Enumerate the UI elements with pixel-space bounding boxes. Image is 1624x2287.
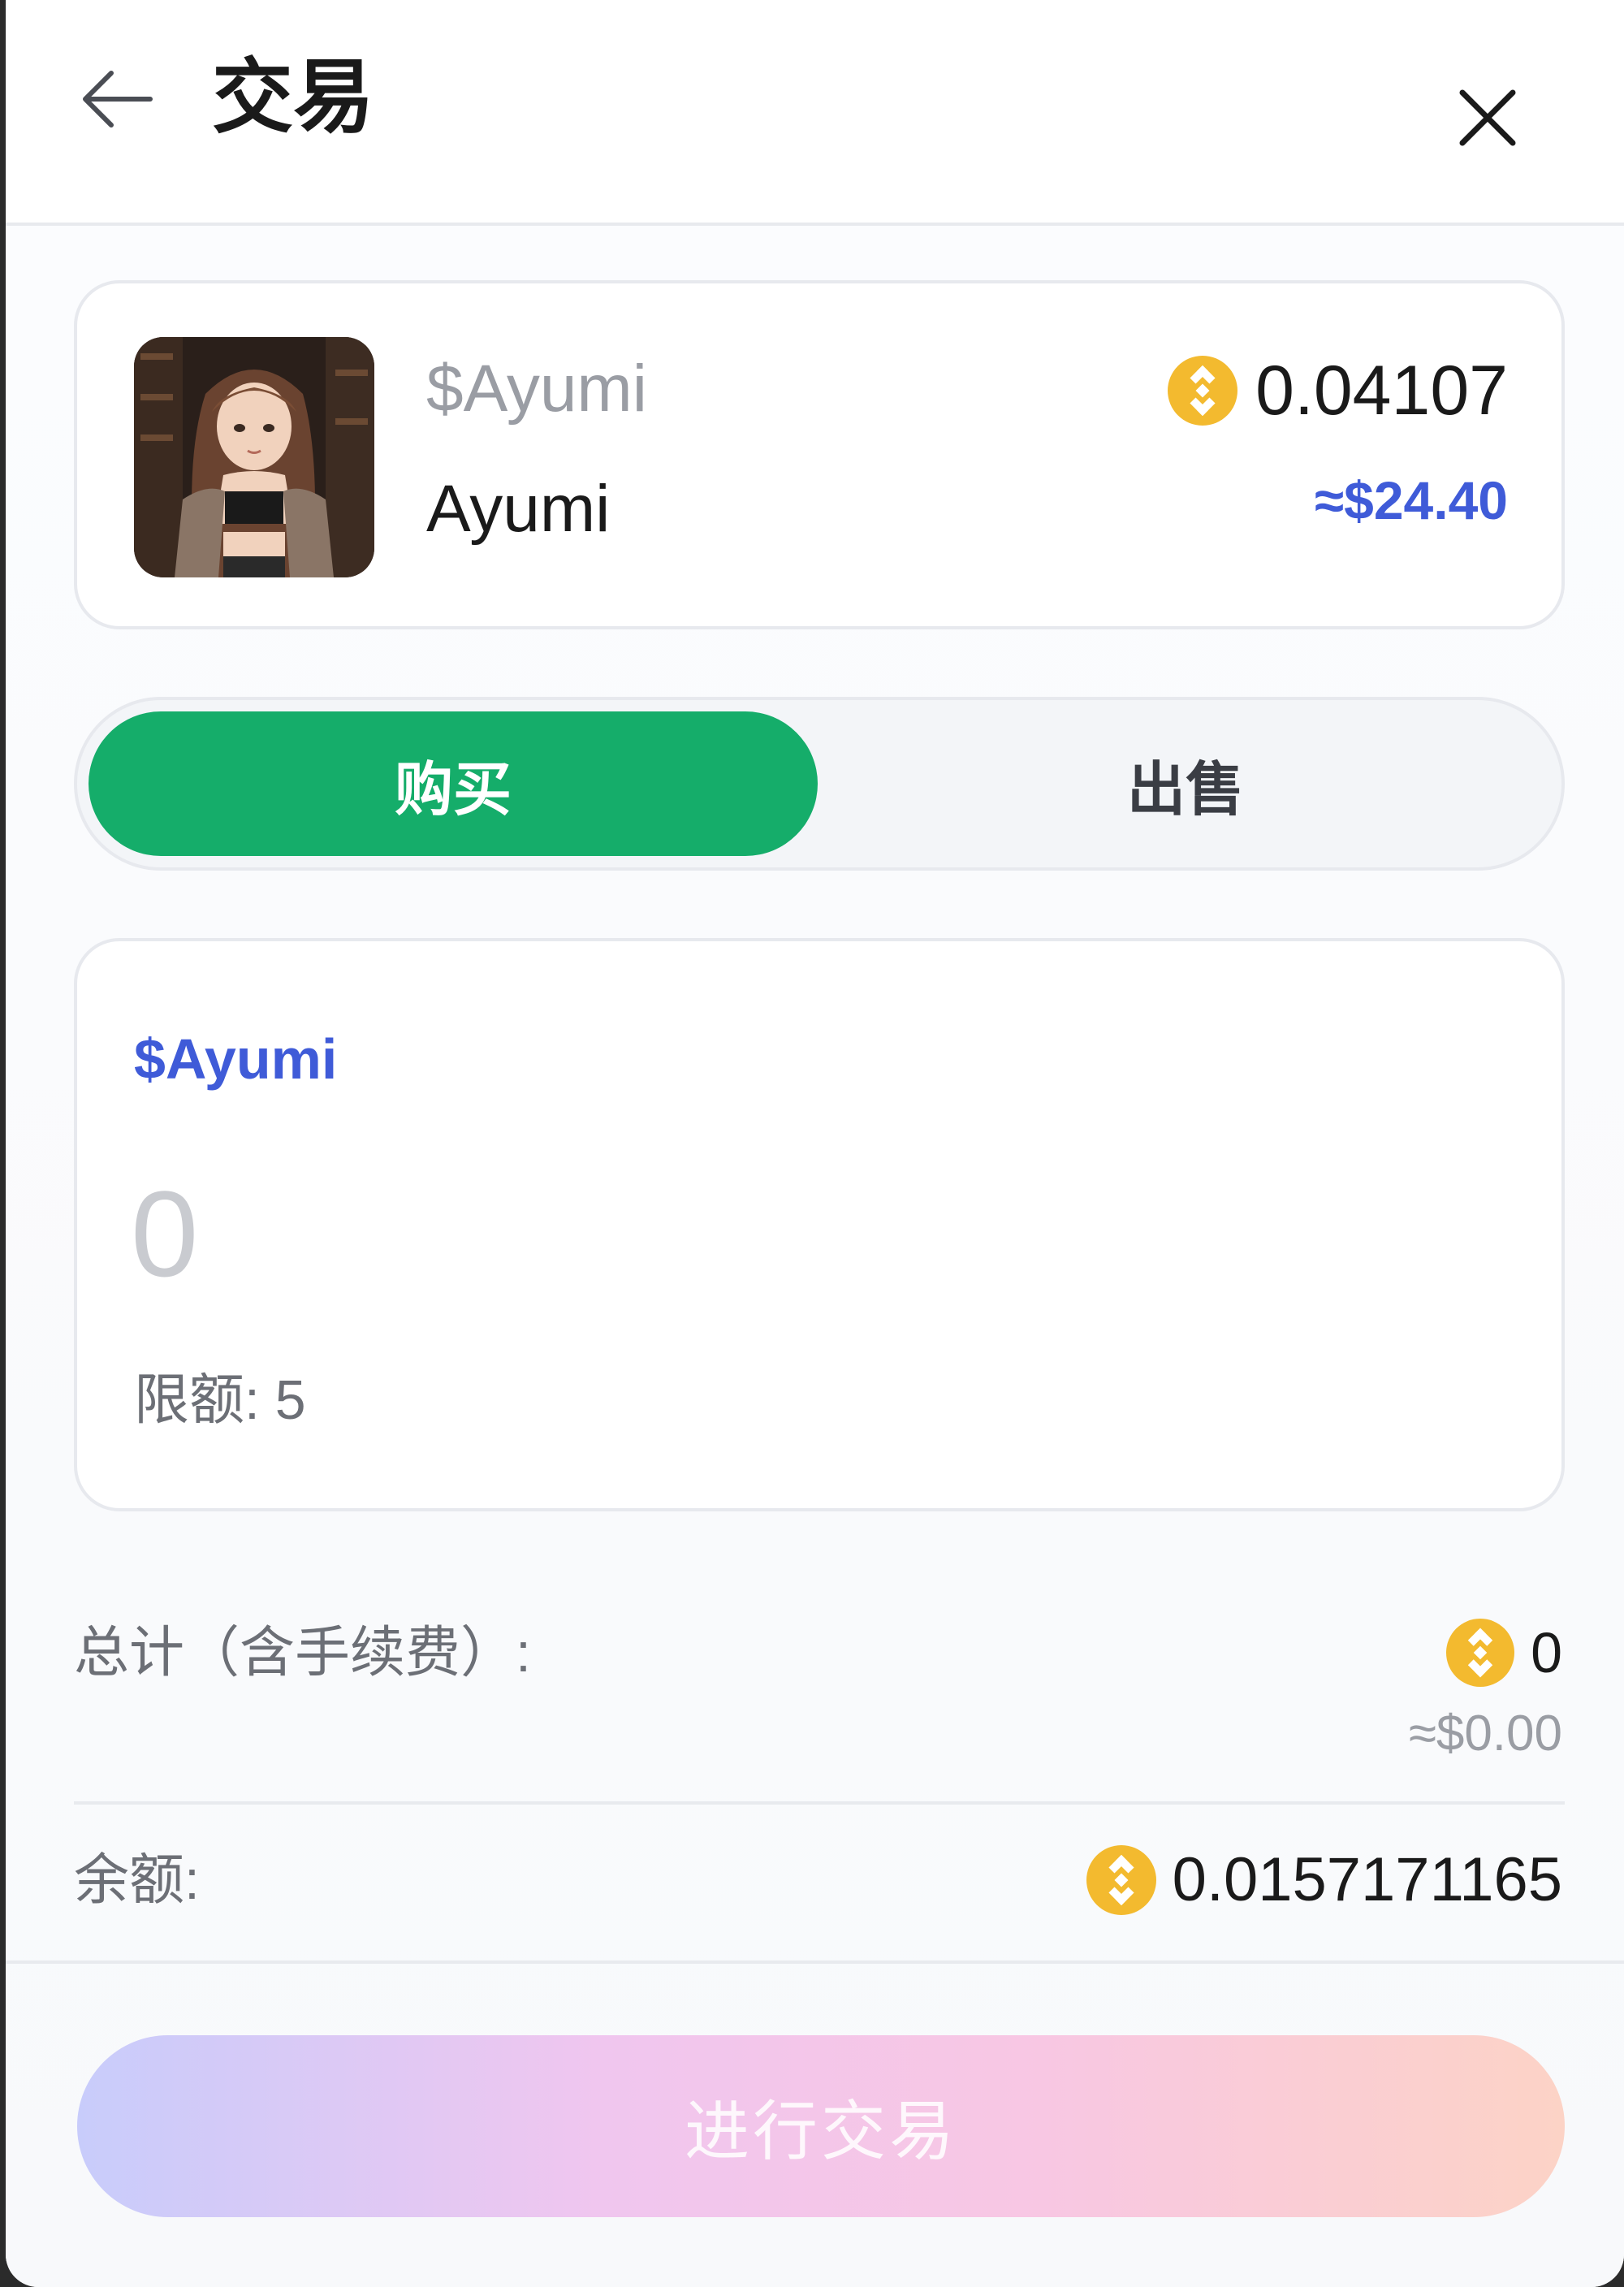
page-title: 交易: [212, 52, 374, 143]
balance-amount: 0.0157171165: [1086, 1844, 1562, 1917]
token-price: 0.04107: [1168, 350, 1508, 431]
header: 交易: [6, 0, 1624, 226]
token-price-usd: ≈$24.40: [1314, 470, 1508, 530]
total-value: 0: [1531, 1621, 1562, 1684]
close-button[interactable]: [1443, 73, 1532, 162]
token-symbol: $Ayumi: [426, 352, 647, 426]
amount-input[interactable]: [131, 1161, 1511, 1307]
amount-token-symbol: $Ayumi: [134, 1027, 338, 1091]
token-price-value: 0.04107: [1255, 352, 1508, 430]
bnb-coin-icon: [1168, 356, 1238, 426]
token-info-card: $Ayumi Ayumi 0.04107 ≈$24.40: [74, 280, 1565, 629]
purchase-limit: 限额: 5: [134, 1369, 306, 1431]
footer-divider: [6, 1961, 1624, 1964]
bnb-coin-icon: [1446, 1619, 1515, 1687]
tab-sell[interactable]: 出售: [818, 711, 1553, 856]
token-name: Ayumi: [426, 472, 611, 546]
trade-submit-button[interactable]: 进行交易: [77, 2035, 1565, 2217]
trade-panel: 交易 $Ayumi Ayumi 0.04107 ≈$24.40 购买 出售 $A…: [6, 0, 1624, 2287]
buy-sell-toggle: 购买 出售: [74, 697, 1565, 871]
divider: [74, 1801, 1565, 1805]
close-icon: [1459, 89, 1516, 146]
amount-card: $Ayumi 限额: 5: [74, 938, 1565, 1511]
total-label: 总计（含手续费）:: [74, 1622, 531, 1684]
token-avatar: [134, 337, 374, 577]
total-amount: 0: [1446, 1616, 1562, 1689]
balance-value: 0.0157171165: [1172, 1845, 1562, 1914]
bnb-coin-icon: [1086, 1845, 1156, 1915]
tab-buy[interactable]: 购买: [89, 711, 818, 856]
back-button[interactable]: [74, 57, 158, 141]
arrow-left-icon: [83, 71, 153, 128]
total-usd: ≈$0.00: [1408, 1706, 1562, 1762]
balance-label: 余额:: [74, 1849, 200, 1911]
